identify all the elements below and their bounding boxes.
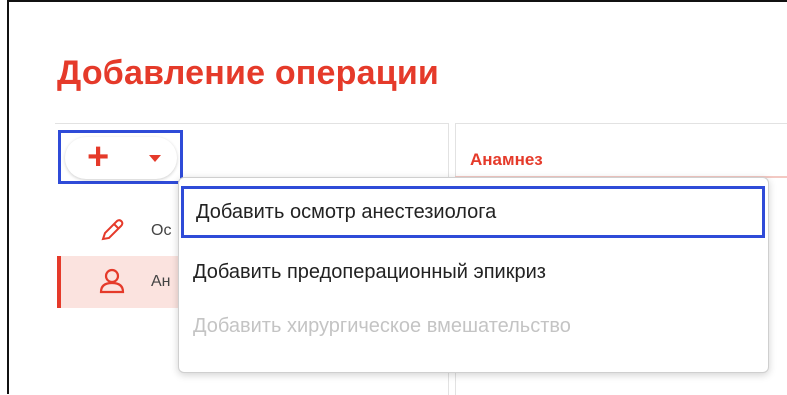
menu-item-add-preoperative-epicrisis[interactable]: Добавить предоперационный эпикриз: [179, 246, 768, 298]
page-title: Добавление операции: [57, 54, 440, 92]
plus-icon: +: [87, 136, 110, 178]
add-dropdown-menu: Добавить осмотр анестезиолога Добавить п…: [178, 177, 769, 373]
add-dropdown-button[interactable]: +: [58, 130, 183, 184]
sidebar-item-label: Ан: [151, 273, 171, 290]
add-button-pill[interactable]: +: [65, 137, 177, 179]
user-icon: [99, 268, 125, 294]
menu-item-add-surgical-intervention: Добавить хирургическое вмешательство: [193, 315, 571, 337]
sidebar-item-anamnesis[interactable]: Ан: [57, 256, 187, 308]
menu-item-add-anesthesiologist-exam[interactable]: Добавить осмотр анестезиолога: [181, 186, 765, 238]
pencil-icon: [101, 219, 124, 241]
sidebar-item-label: Ос: [151, 222, 172, 239]
sidebar-item-osmotr[interactable]: Ос: [57, 205, 187, 257]
tab-anamnesis[interactable]: Анамнез: [470, 150, 543, 170]
chevron-down-icon: [149, 155, 161, 162]
